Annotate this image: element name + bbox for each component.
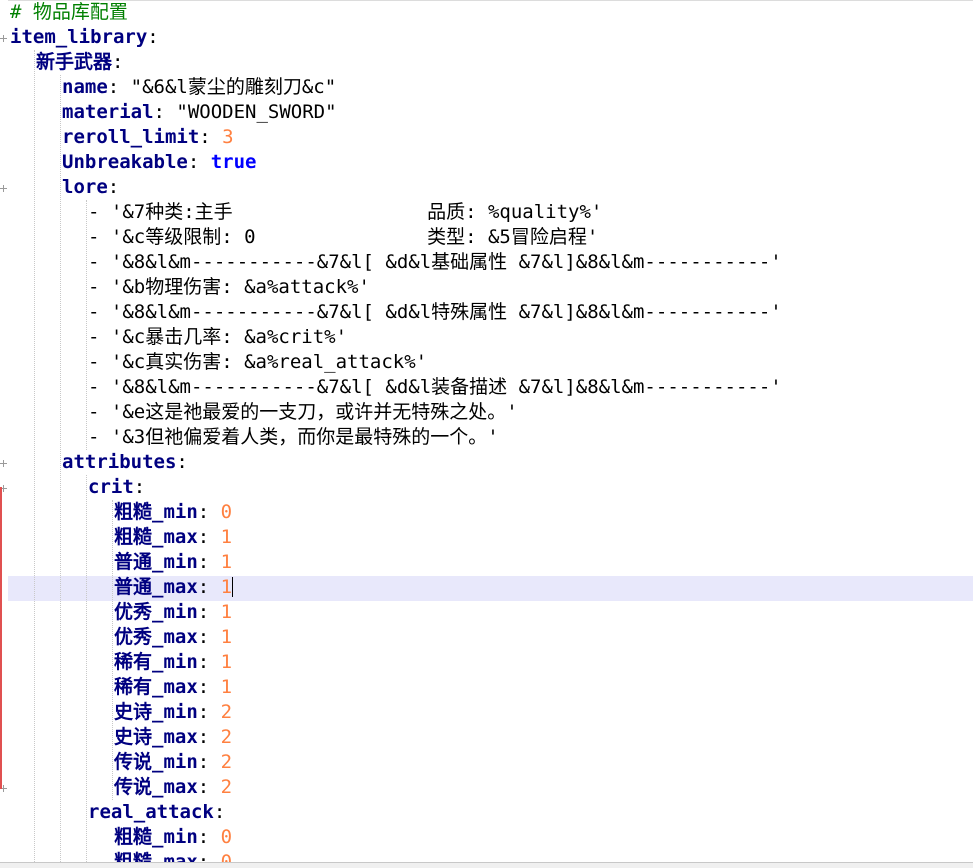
yaml-key: 粗糙_max — [114, 851, 198, 862]
indent-guide — [34, 50, 36, 862]
yaml-number: 1 — [220, 626, 233, 648]
yaml-key: 普通_max — [114, 576, 198, 598]
yaml-string: "&6&l蒙尘的雕刻刀&c" — [130, 76, 337, 98]
lore-line: - '&c等级限制: 0 类型: &5冒险启程' — [88, 226, 599, 248]
crit-entry-current: 普通_max: 1 — [114, 576, 234, 598]
yaml-number: 3 — [222, 126, 234, 148]
real-attack-entry: 粗糙_min: 0 — [114, 826, 233, 848]
lore-line: - '&8&l&m-----------&7&l[ &d&l装备描述 &7&l]… — [88, 376, 782, 398]
text-cursor — [232, 577, 234, 597]
yaml-number: 1 — [220, 651, 233, 673]
crit-entry: 粗糙_min: 0 — [114, 501, 233, 523]
crit-entry: 史诗_min: 2 — [114, 701, 233, 723]
code-line-material: material: "WOODEN_SWORD" — [62, 101, 337, 123]
yaml-key: 传说_min — [114, 751, 198, 773]
change-marker-bar — [0, 487, 2, 789]
code-line-crit: crit: — [88, 476, 146, 498]
yaml-number: 0 — [220, 851, 233, 862]
lore-line: - '&b物理伤害: &a%attack%' — [88, 276, 370, 298]
yaml-key: Unbreakable — [62, 151, 188, 173]
yaml-number: 1 — [220, 676, 233, 698]
yaml-key: 优秀_max — [114, 626, 198, 648]
yaml-number: 2 — [220, 726, 233, 748]
yaml-number: 2 — [220, 701, 233, 723]
yaml-number: 1 — [220, 526, 233, 548]
yaml-key: name — [62, 76, 108, 98]
fold-marker-attributes[interactable] — [0, 460, 7, 467]
yaml-number: 2 — [220, 751, 233, 773]
code-line-comment: # 物品库配置 — [10, 0, 128, 25]
editor-top-border — [0, 0, 973, 1]
yaml-number: 2 — [220, 776, 233, 798]
yaml-key: 稀有_max — [114, 676, 198, 698]
yaml-key: 粗糙_min — [114, 501, 198, 523]
yaml-key: lore — [62, 176, 108, 198]
yaml-key: item_library — [10, 26, 148, 48]
code-line-item: 新手武器: — [36, 51, 124, 73]
yaml-string: "WOODEN_SWORD" — [176, 101, 337, 123]
lore-line: - '&7种类:主手 品质: %quality%' — [88, 201, 603, 223]
crit-entry: 优秀_min: 1 — [114, 601, 233, 623]
horizontal-scrollbar[interactable] — [0, 862, 973, 868]
yaml-key: 优秀_min — [114, 601, 198, 623]
yaml-boolean: true — [210, 151, 257, 173]
comment-text: # 物品库配置 — [10, 1, 128, 23]
real-attack-entry: 粗糙_max: 0 — [114, 850, 232, 862]
yaml-number: 1 — [220, 601, 233, 623]
yaml-key: 普通_min — [114, 551, 198, 573]
crit-entry: 普通_min: 1 — [114, 551, 233, 573]
crit-entry: 稀有_min: 1 — [114, 651, 233, 673]
yaml-number: 1 — [220, 551, 233, 573]
yaml-key: material — [62, 101, 154, 123]
yaml-key: 粗糙_min — [114, 826, 198, 848]
yaml-key: 史诗_max — [114, 726, 198, 748]
yaml-key: reroll_limit — [62, 126, 200, 148]
fold-gutter — [0, 0, 8, 862]
yaml-key: 新手武器 — [36, 51, 113, 73]
lore-line: - '&8&l&m-----------&7&l[ &d&l特殊属性 &7&l]… — [88, 301, 782, 323]
yaml-key: 传说_max — [114, 776, 198, 798]
crit-entry: 传说_min: 2 — [114, 751, 233, 773]
yaml-key: 粗糙_max — [114, 526, 198, 548]
code-line-name: name: "&6&l蒙尘的雕刻刀&c" — [62, 76, 337, 98]
lore-line: - '&c暴击几率: &a%crit%' — [88, 326, 348, 348]
yaml-number: 1 — [220, 576, 233, 598]
code-line-lore: lore: — [62, 176, 120, 198]
crit-entry: 粗糙_max: 1 — [114, 526, 233, 548]
crit-entry: 史诗_max: 2 — [114, 726, 233, 748]
crit-entry: 传说_max: 2 — [114, 776, 233, 798]
code-line-unbreakable: Unbreakable: true — [62, 151, 257, 173]
lore-line: - '&e这是祂最爱的一支刀，或许并无特殊之处。' — [88, 401, 518, 423]
yaml-number: 0 — [220, 501, 233, 523]
code-line-attributes: attributes: — [62, 451, 188, 473]
code-editor[interactable]: # 物品库配置 item_library: 新手武器: name: "&6&l蒙… — [0, 0, 973, 862]
yaml-key: crit — [88, 476, 134, 498]
code-line-reroll: reroll_limit: 3 — [62, 126, 234, 148]
lore-line: - '&c真实伤害: &a%real_attack%' — [88, 351, 428, 373]
crit-entry: 稀有_max: 1 — [114, 676, 233, 698]
yaml-number: 0 — [220, 826, 233, 848]
lore-line: - '&3但祂偏爱着人类，而你是最特殊的一个。' — [88, 426, 499, 448]
lore-line: - '&8&l&m-----------&7&l[ &d&l基础属性 &7&l]… — [88, 251, 782, 273]
crit-entry: 优秀_max: 1 — [114, 626, 233, 648]
yaml-key: attributes — [62, 451, 177, 473]
code-line-real-attack: real_attack: — [88, 801, 226, 823]
yaml-key: 稀有_min — [114, 651, 198, 673]
fold-marker-item-library[interactable] — [0, 35, 7, 42]
yaml-key: real_attack — [88, 801, 214, 823]
yaml-key: 史诗_min — [114, 701, 198, 723]
fold-marker-lore[interactable] — [0, 185, 7, 192]
code-line-root: item_library: — [10, 26, 159, 48]
